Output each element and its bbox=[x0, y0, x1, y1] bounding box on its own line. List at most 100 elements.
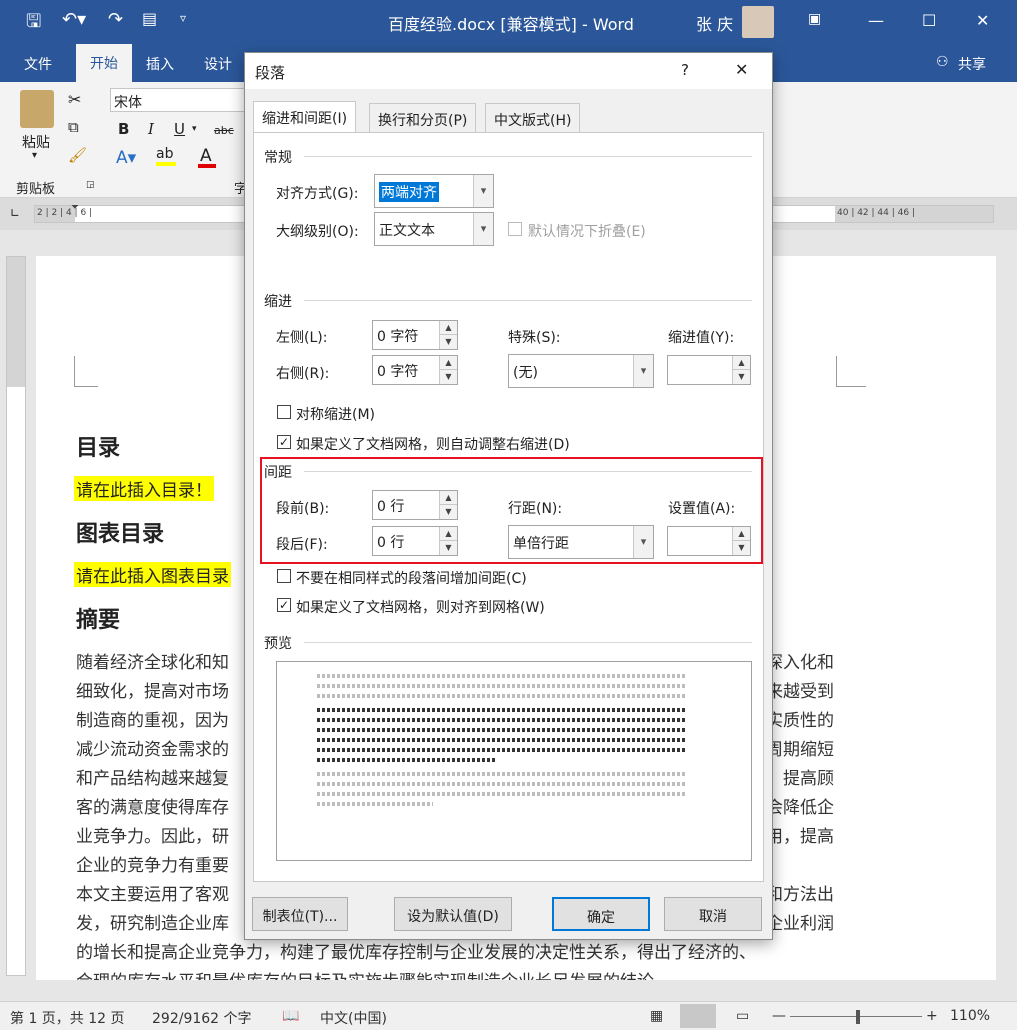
mirror-indent-checkbox[interactable] bbox=[277, 405, 291, 419]
font-color-icon[interactable]: A bbox=[200, 146, 212, 166]
zoom-out-icon[interactable]: — bbox=[772, 1008, 786, 1024]
figures-placeholder[interactable]: 请在此插入图表目录 bbox=[74, 562, 231, 587]
clipboard-launcher-icon[interactable]: ◲ bbox=[86, 180, 95, 190]
avatar[interactable] bbox=[742, 6, 774, 38]
status-bar: 第 1 页，共 12 页 292/9162 个字 📖 中文(中国) ▦ ▭ — … bbox=[0, 1001, 1017, 1030]
toc-placeholder[interactable]: 请在此插入目录！ bbox=[74, 476, 214, 501]
heading-abstract[interactable]: 摘要 bbox=[76, 602, 120, 634]
indent-by-spinner[interactable]: ▲ ▼ bbox=[667, 355, 751, 385]
share-icon[interactable]: ⚇ bbox=[936, 54, 949, 70]
tab-design[interactable]: 设计 bbox=[204, 54, 232, 74]
undo-icon[interactable]: ↶▾ bbox=[62, 9, 86, 30]
heading-toc[interactable]: 目录 bbox=[76, 430, 120, 462]
cut-icon[interactable]: ✂ bbox=[68, 90, 81, 109]
paste-icon[interactable] bbox=[20, 90, 54, 128]
spin-up-icon[interactable]: ▲ bbox=[439, 321, 457, 335]
close-window-icon[interactable]: ✕ bbox=[976, 11, 989, 30]
divider bbox=[304, 642, 752, 643]
underline-dropdown-icon[interactable]: ▾ bbox=[192, 124, 197, 134]
outline-level-select[interactable]: 正文文本 ▾ bbox=[374, 212, 494, 246]
save-icon[interactable]: 🖫 bbox=[26, 9, 41, 39]
line-spacing-select[interactable]: 单倍行距 ▾ bbox=[508, 525, 654, 559]
space-after-label: 段后(F): bbox=[276, 537, 328, 553]
chevron-down-icon[interactable]: ▾ bbox=[633, 355, 653, 387]
chevron-down-icon[interactable]: ▾ bbox=[473, 175, 493, 207]
user-name[interactable]: 张 庆 bbox=[696, 11, 733, 35]
spin-up-icon[interactable]: ▲ bbox=[439, 527, 457, 541]
web-layout-icon[interactable]: ▭ bbox=[736, 1008, 749, 1024]
dialog-close-button[interactable]: ✕ bbox=[735, 60, 748, 79]
no-space-same-style-checkbox[interactable] bbox=[277, 569, 291, 583]
auto-adjust-checkbox[interactable]: ✓ bbox=[277, 435, 291, 449]
chevron-down-icon[interactable]: ▾ bbox=[473, 213, 493, 245]
space-after-spinner[interactable]: 0 行 ▲ ▼ bbox=[372, 526, 458, 556]
ok-button[interactable]: 确定 bbox=[552, 897, 650, 931]
zoom-level[interactable]: 110% bbox=[950, 1008, 990, 1024]
redo-icon[interactable]: ↷ bbox=[108, 9, 123, 30]
section-spacing: 间距 bbox=[264, 465, 292, 481]
read-mode-icon[interactable]: ▦ bbox=[650, 1008, 663, 1024]
help-button[interactable]: ? bbox=[681, 61, 689, 79]
special-indent-label: 特殊(S): bbox=[508, 330, 561, 346]
text-effects-icon[interactable]: A▾ bbox=[116, 148, 136, 168]
maximize-icon[interactable]: ☐ bbox=[922, 11, 936, 30]
minimize-icon[interactable]: — bbox=[868, 11, 884, 30]
spin-down-icon[interactable]: ▼ bbox=[439, 370, 457, 384]
tab-line-page-breaks[interactable]: 换行和分页(P) bbox=[369, 103, 477, 133]
paste-label[interactable]: 粘贴 bbox=[22, 132, 50, 152]
body-line-end: 企业利润 bbox=[766, 914, 834, 934]
proofing-icon[interactable]: 📖 bbox=[282, 1008, 299, 1024]
spin-up-icon[interactable]: ▲ bbox=[732, 527, 750, 541]
spin-down-icon[interactable]: ▼ bbox=[439, 335, 457, 349]
page-count[interactable]: 第 1 页，共 12 页 bbox=[10, 1008, 125, 1028]
spin-down-icon[interactable]: ▼ bbox=[439, 505, 457, 519]
tab-indent-spacing[interactable]: 缩进和间距(I) bbox=[253, 101, 357, 133]
zoom-thumb[interactable] bbox=[856, 1010, 860, 1024]
chevron-down-icon[interactable]: ▾ bbox=[633, 526, 653, 558]
paste-dropdown-icon[interactable]: ▾ bbox=[32, 150, 37, 161]
space-before-value: 0 行 bbox=[377, 499, 405, 515]
heading-figures[interactable]: 图表目录 bbox=[76, 516, 164, 548]
print-layout-icon[interactable] bbox=[680, 1004, 716, 1028]
spacing-at-spinner[interactable]: ▲ ▼ bbox=[667, 526, 751, 556]
special-indent-select[interactable]: (无) ▾ bbox=[508, 354, 654, 388]
indent-left-spinner[interactable]: 0 字符 ▲ ▼ bbox=[372, 320, 458, 350]
format-painter-icon[interactable]: 🖌 bbox=[68, 146, 87, 164]
tab-asian-typography[interactable]: 中文版式(H) bbox=[485, 103, 581, 133]
spin-down-icon[interactable]: ▼ bbox=[439, 541, 457, 555]
tab-home[interactable]: 开始 bbox=[76, 44, 132, 82]
cancel-button[interactable]: 取消 bbox=[664, 897, 762, 931]
alignment-select[interactable]: 两端对齐 ▾ bbox=[374, 174, 494, 208]
spin-down-icon[interactable]: ▼ bbox=[732, 370, 750, 384]
ribbon-display-icon[interactable]: ▣ bbox=[808, 11, 821, 27]
collapse-checkbox[interactable] bbox=[508, 222, 522, 236]
spin-up-icon[interactable]: ▲ bbox=[439, 491, 457, 505]
bold-button[interactable]: B bbox=[118, 120, 129, 138]
spin-up-icon[interactable]: ▲ bbox=[439, 356, 457, 370]
strikethrough-button[interactable]: abc bbox=[214, 124, 234, 137]
space-before-spinner[interactable]: 0 行 ▲ ▼ bbox=[372, 490, 458, 520]
set-default-button[interactable]: 设为默认值(D) bbox=[394, 897, 512, 931]
snap-to-grid-checkbox[interactable]: ✓ bbox=[277, 598, 291, 612]
underline-button[interactable]: U bbox=[174, 120, 185, 138]
zoom-in-icon[interactable]: + bbox=[926, 1008, 938, 1024]
indent-marker-icon[interactable]: ⏷ bbox=[71, 202, 79, 213]
share-button[interactable]: 共享 bbox=[958, 54, 986, 74]
language-status[interactable]: 中文(中国) bbox=[320, 1008, 387, 1028]
customize-qat-icon[interactable]: ▿ bbox=[180, 11, 186, 25]
tabs-button[interactable]: 制表位(T)... bbox=[252, 897, 348, 931]
tab-selector-icon[interactable]: ∟ bbox=[10, 206, 20, 220]
touch-mode-icon[interactable]: ▤ bbox=[142, 9, 157, 28]
body-line: 合理的库存水平和最优库存的目标及实施步骤能实现制造企业长足发展的结论。 bbox=[76, 967, 671, 980]
font-name-box[interactable]: 宋体 bbox=[110, 88, 246, 112]
spin-down-icon[interactable]: ▼ bbox=[732, 541, 750, 555]
copy-icon[interactable]: ⧉ bbox=[68, 118, 79, 136]
spin-up-icon[interactable]: ▲ bbox=[732, 356, 750, 370]
italic-button[interactable]: I bbox=[148, 120, 154, 138]
tab-file[interactable]: 文件 bbox=[24, 54, 52, 74]
tab-insert[interactable]: 插入 bbox=[146, 54, 174, 74]
word-count[interactable]: 292/9162 个字 bbox=[152, 1008, 252, 1028]
highlight-icon[interactable]: ab bbox=[156, 146, 173, 162]
body-line: 企业的竞争力有重要 bbox=[76, 856, 229, 876]
indent-right-spinner[interactable]: 0 字符 ▲ ▼ bbox=[372, 355, 458, 385]
